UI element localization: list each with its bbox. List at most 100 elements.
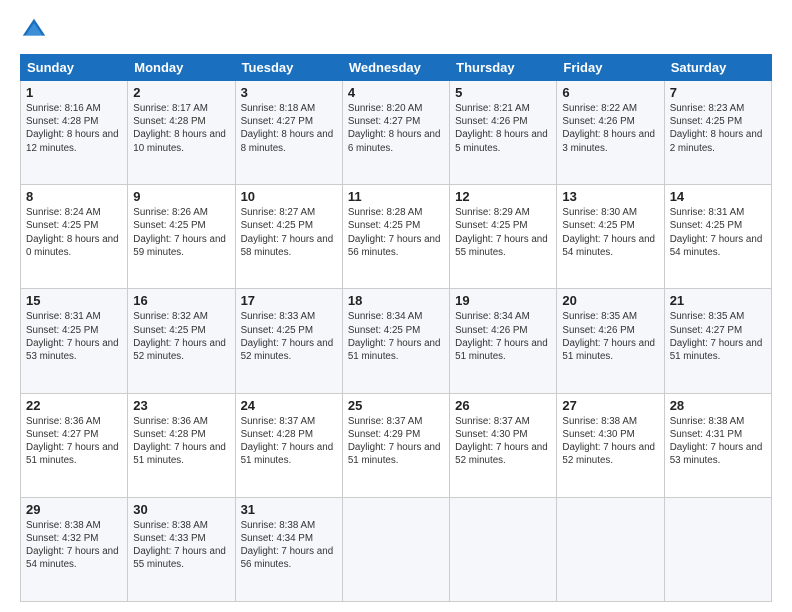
- cell-info: Sunrise: 8:34 AMSunset: 4:26 PMDaylight:…: [455, 310, 551, 363]
- calendar-cell: 2 Sunrise: 8:17 AMSunset: 4:28 PMDaylight…: [128, 81, 235, 185]
- cell-info: Sunrise: 8:38 AMSunset: 4:34 PMDaylight:…: [241, 519, 337, 572]
- day-number: 7: [670, 85, 766, 100]
- day-number: 8: [26, 189, 122, 204]
- cell-info: Sunrise: 8:37 AMSunset: 4:30 PMDaylight:…: [455, 415, 551, 468]
- weekday-header-tuesday: Tuesday: [235, 55, 342, 81]
- cell-info: Sunrise: 8:38 AMSunset: 4:32 PMDaylight:…: [26, 519, 122, 572]
- day-number: 3: [241, 85, 337, 100]
- cell-info: Sunrise: 8:37 AMSunset: 4:28 PMDaylight:…: [241, 415, 337, 468]
- calendar-cell: 30 Sunrise: 8:38 AMSunset: 4:33 PMDayligh…: [128, 497, 235, 601]
- page: SundayMondayTuesdayWednesdayThursdayFrid…: [0, 0, 792, 612]
- calendar-cell: 3 Sunrise: 8:18 AMSunset: 4:27 PMDaylight…: [235, 81, 342, 185]
- cell-info: Sunrise: 8:36 AMSunset: 4:27 PMDaylight:…: [26, 415, 122, 468]
- day-number: 14: [670, 189, 766, 204]
- cell-info: Sunrise: 8:22 AMSunset: 4:26 PMDaylight:…: [562, 102, 658, 155]
- cell-info: Sunrise: 8:38 AMSunset: 4:31 PMDaylight:…: [670, 415, 766, 468]
- cell-info: Sunrise: 8:16 AMSunset: 4:28 PMDaylight:…: [26, 102, 122, 155]
- calendar-cell: 7Sunrise: 8:23 AMSunset: 4:25 PMDaylight…: [664, 81, 771, 185]
- weekday-header-monday: Monday: [128, 55, 235, 81]
- calendar-cell: 6 Sunrise: 8:22 AMSunset: 4:26 PMDaylight…: [557, 81, 664, 185]
- weekday-header-thursday: Thursday: [450, 55, 557, 81]
- calendar-cell: 14 Sunrise: 8:31 AMSunset: 4:25 PMDayligh…: [664, 185, 771, 289]
- day-number: 9: [133, 189, 229, 204]
- cell-info: Sunrise: 8:30 AMSunset: 4:25 PMDaylight:…: [562, 206, 658, 259]
- calendar-cell: 21Sunrise: 8:35 AMSunset: 4:27 PMDayligh…: [664, 289, 771, 393]
- calendar-cell: 4 Sunrise: 8:20 AMSunset: 4:27 PMDaylight…: [342, 81, 449, 185]
- cell-info: Sunrise: 8:26 AMSunset: 4:25 PMDaylight:…: [133, 206, 229, 259]
- day-number: 6: [562, 85, 658, 100]
- day-number: 19: [455, 293, 551, 308]
- day-number: 10: [241, 189, 337, 204]
- day-number: 27: [562, 398, 658, 413]
- cell-info: Sunrise: 8:28 AMSunset: 4:25 PMDaylight:…: [348, 206, 444, 259]
- day-number: 11: [348, 189, 444, 204]
- calendar-cell: [342, 497, 449, 601]
- weekday-header-wednesday: Wednesday: [342, 55, 449, 81]
- cell-info: Sunrise: 8:35 AMSunset: 4:26 PMDaylight:…: [562, 310, 658, 363]
- day-number: 1: [26, 85, 122, 100]
- cell-info: Sunrise: 8:35 AMSunset: 4:27 PMDaylight:…: [670, 310, 766, 363]
- week-row-1: 1 Sunrise: 8:16 AMSunset: 4:28 PMDaylight…: [21, 81, 772, 185]
- cell-info: Sunrise: 8:37 AMSunset: 4:29 PMDaylight:…: [348, 415, 444, 468]
- logo: [20, 16, 52, 44]
- day-number: 24: [241, 398, 337, 413]
- calendar-cell: 12 Sunrise: 8:29 AMSunset: 4:25 PMDayligh…: [450, 185, 557, 289]
- calendar-cell: 1 Sunrise: 8:16 AMSunset: 4:28 PMDaylight…: [21, 81, 128, 185]
- day-number: 30: [133, 502, 229, 517]
- day-number: 29: [26, 502, 122, 517]
- day-number: 15: [26, 293, 122, 308]
- weekday-header-row: SundayMondayTuesdayWednesdayThursdayFrid…: [21, 55, 772, 81]
- day-number: 5: [455, 85, 551, 100]
- week-row-3: 15 Sunrise: 8:31 AMSunset: 4:25 PMDayligh…: [21, 289, 772, 393]
- cell-info: Sunrise: 8:36 AMSunset: 4:28 PMDaylight:…: [133, 415, 229, 468]
- calendar-cell: 16Sunrise: 8:32 AMSunset: 4:25 PMDayligh…: [128, 289, 235, 393]
- cell-info: Sunrise: 8:34 AMSunset: 4:25 PMDaylight:…: [348, 310, 444, 363]
- cell-info: Sunrise: 8:20 AMSunset: 4:27 PMDaylight:…: [348, 102, 444, 155]
- calendar-cell: 18 Sunrise: 8:34 AMSunset: 4:25 PMDayligh…: [342, 289, 449, 393]
- cell-info: Sunrise: 8:17 AMSunset: 4:28 PMDaylight:…: [133, 102, 229, 155]
- weekday-header-sunday: Sunday: [21, 55, 128, 81]
- calendar-cell: 22 Sunrise: 8:36 AMSunset: 4:27 PMDayligh…: [21, 393, 128, 497]
- day-number: 23: [133, 398, 229, 413]
- day-number: 2: [133, 85, 229, 100]
- cell-info: Sunrise: 8:29 AMSunset: 4:25 PMDaylight:…: [455, 206, 551, 259]
- calendar-cell: 26Sunrise: 8:37 AMSunset: 4:30 PMDayligh…: [450, 393, 557, 497]
- day-number: 28: [670, 398, 766, 413]
- calendar-cell: 20 Sunrise: 8:35 AMSunset: 4:26 PMDayligh…: [557, 289, 664, 393]
- weekday-header-saturday: Saturday: [664, 55, 771, 81]
- weekday-header-friday: Friday: [557, 55, 664, 81]
- calendar-cell: 5 Sunrise: 8:21 AMSunset: 4:26 PMDaylight…: [450, 81, 557, 185]
- logo-icon: [20, 16, 48, 44]
- calendar: SundayMondayTuesdayWednesdayThursdayFrid…: [20, 54, 772, 602]
- cell-info: Sunrise: 8:31 AMSunset: 4:25 PMDaylight:…: [670, 206, 766, 259]
- calendar-cell: 15 Sunrise: 8:31 AMSunset: 4:25 PMDayligh…: [21, 289, 128, 393]
- day-number: 17: [241, 293, 337, 308]
- day-number: 18: [348, 293, 444, 308]
- day-number: 13: [562, 189, 658, 204]
- calendar-cell: 13 Sunrise: 8:30 AMSunset: 4:25 PMDayligh…: [557, 185, 664, 289]
- cell-info: Sunrise: 8:27 AMSunset: 4:25 PMDaylight:…: [241, 206, 337, 259]
- calendar-cell: 27Sunrise: 8:38 AMSunset: 4:30 PMDayligh…: [557, 393, 664, 497]
- day-number: 22: [26, 398, 122, 413]
- cell-info: Sunrise: 8:38 AMSunset: 4:33 PMDaylight:…: [133, 519, 229, 572]
- week-row-4: 22 Sunrise: 8:36 AMSunset: 4:27 PMDayligh…: [21, 393, 772, 497]
- calendar-cell: 29 Sunrise: 8:38 AMSunset: 4:32 PMDayligh…: [21, 497, 128, 601]
- day-number: 12: [455, 189, 551, 204]
- calendar-cell: 17Sunrise: 8:33 AMSunset: 4:25 PMDayligh…: [235, 289, 342, 393]
- week-row-2: 8 Sunrise: 8:24 AMSunset: 4:25 PMDaylight…: [21, 185, 772, 289]
- calendar-cell: 11 Sunrise: 8:28 AMSunset: 4:25 PMDayligh…: [342, 185, 449, 289]
- calendar-cell: [450, 497, 557, 601]
- cell-info: Sunrise: 8:24 AMSunset: 4:25 PMDaylight:…: [26, 206, 122, 259]
- calendar-cell: [557, 497, 664, 601]
- day-number: 20: [562, 293, 658, 308]
- day-number: 25: [348, 398, 444, 413]
- cell-info: Sunrise: 8:18 AMSunset: 4:27 PMDaylight:…: [241, 102, 337, 155]
- calendar-cell: [664, 497, 771, 601]
- day-number: 4: [348, 85, 444, 100]
- calendar-cell: 25 Sunrise: 8:37 AMSunset: 4:29 PMDayligh…: [342, 393, 449, 497]
- day-number: 31: [241, 502, 337, 517]
- cell-info: Sunrise: 8:31 AMSunset: 4:25 PMDaylight:…: [26, 310, 122, 363]
- week-row-5: 29 Sunrise: 8:38 AMSunset: 4:32 PMDayligh…: [21, 497, 772, 601]
- cell-info: Sunrise: 8:21 AMSunset: 4:26 PMDaylight:…: [455, 102, 551, 155]
- calendar-cell: 23 Sunrise: 8:36 AMSunset: 4:28 PMDayligh…: [128, 393, 235, 497]
